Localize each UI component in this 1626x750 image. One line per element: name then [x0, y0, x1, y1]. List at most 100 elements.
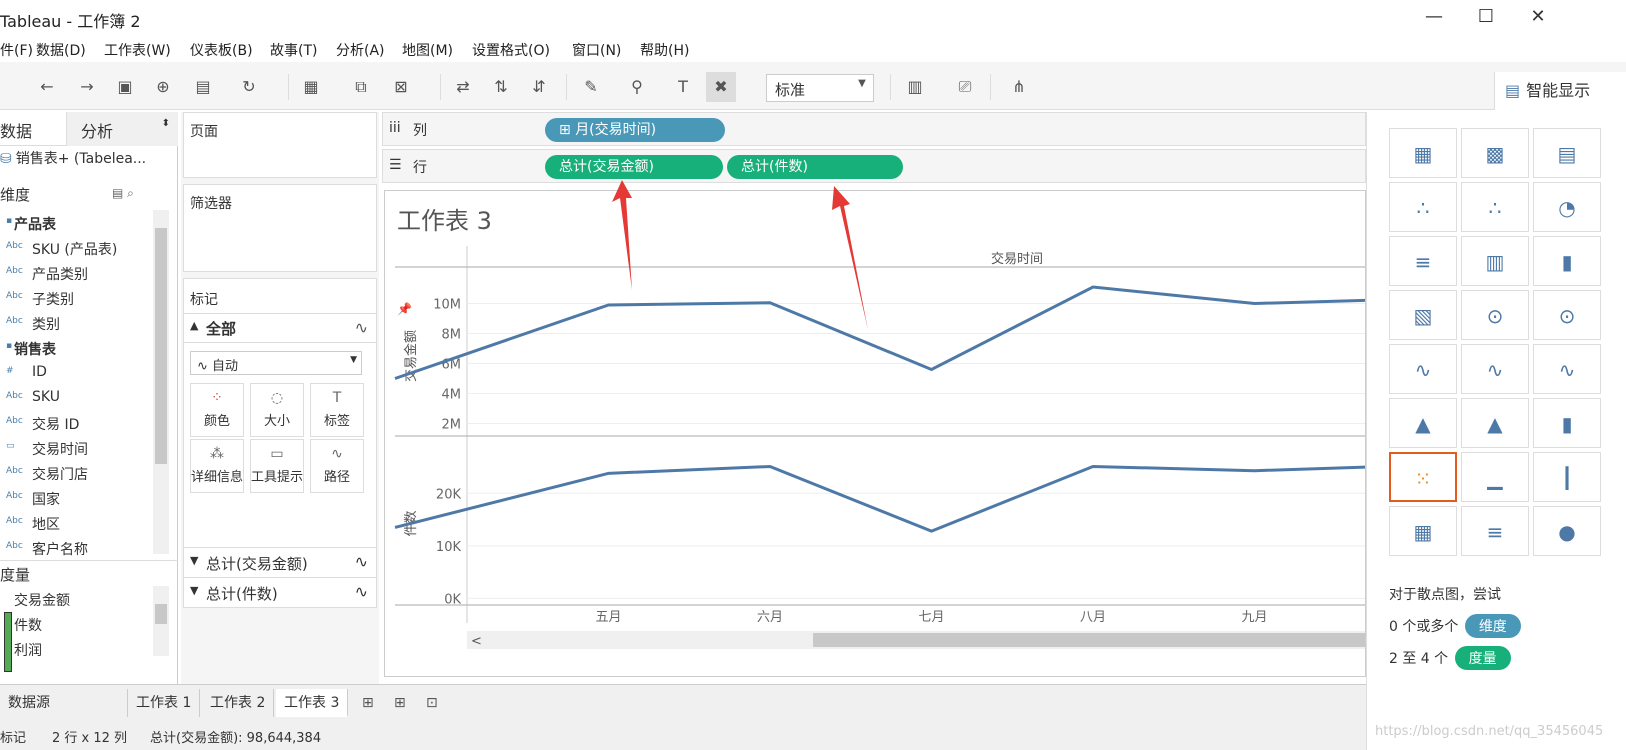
chart-type-thumb[interactable]: ∿	[1389, 344, 1457, 394]
measure-field[interactable]: 件数	[0, 611, 155, 637]
new-dashboard-icon[interactable]: ⊞	[386, 689, 414, 717]
datasource-item[interactable]: ⛁ 销售表+ (Tabelea...	[0, 148, 146, 168]
presentation-icon[interactable]: ⎚	[954, 76, 976, 98]
table-folder[interactable]: ▪ 销售表	[0, 335, 155, 361]
tab-analysis[interactable]: 分析 ⬍	[66, 112, 178, 146]
dimension-field[interactable]: Abc 国家	[0, 485, 155, 511]
chart-type-thumb[interactable]: ▤	[1533, 128, 1601, 178]
pause-updates-icon[interactable]: ▤	[192, 76, 214, 98]
menu-dashboard[interactable]: 仪表板(B)	[190, 40, 253, 60]
label-button[interactable]: T 标签	[310, 383, 364, 437]
chart-type-thumb[interactable]: ▮	[1533, 236, 1601, 286]
chart-type-thumb[interactable]: ▲	[1461, 398, 1529, 448]
menu-help[interactable]: 帮助(H)	[640, 40, 689, 60]
chart-type-thumb[interactable]: ◔	[1533, 182, 1601, 232]
col-pill[interactable]: ⊞ 月(交易时间)	[545, 118, 725, 142]
row-pill-amount[interactable]: 总计(交易金额)	[545, 155, 723, 179]
new-sheet-icon[interactable]: ▦	[300, 76, 322, 98]
rows-shelf[interactable]: ☰ 行 总计(交易金额) 总计(件数)	[382, 149, 1366, 183]
chart-type-thumb[interactable]: ⁙	[1389, 452, 1457, 502]
tooltip-button[interactable]: ▭ 工具提示	[250, 439, 304, 493]
dimension-field[interactable]: Abc 客户名称	[0, 535, 155, 561]
measure-field[interactable]: 交易金额	[0, 586, 155, 612]
chart-type-thumb[interactable]: ▁	[1461, 452, 1529, 502]
chart-type-thumb[interactable]: ∿	[1533, 344, 1601, 394]
sort-desc-icon[interactable]: ⇵	[528, 76, 550, 98]
back-icon[interactable]: ←	[36, 76, 58, 98]
dimension-field[interactable]: Abc SKU	[0, 385, 155, 411]
new-worksheet-icon[interactable]: ⊞	[354, 689, 382, 717]
new-story-icon[interactable]: ⊡	[418, 689, 446, 717]
new-datasource-icon[interactable]: ⊕	[152, 76, 174, 98]
dimension-field[interactable]: # ID	[0, 360, 155, 386]
minimize-icon[interactable]: —	[1420, 6, 1448, 28]
chart-type-thumb[interactable]: ∴	[1389, 182, 1457, 232]
labels-icon[interactable]: T	[672, 76, 694, 98]
sheet-tab-2[interactable]: 工作表 2	[202, 689, 275, 717]
menu-worksheet[interactable]: 工作表(W)	[104, 40, 171, 60]
dimension-field[interactable]: Abc SKU (产品表)	[0, 235, 155, 261]
save-icon[interactable]: ▣	[114, 76, 136, 98]
chart-type-thumb[interactable]: ≡	[1461, 506, 1529, 556]
filters-card[interactable]: 筛选器	[183, 184, 377, 272]
chart-type-thumb[interactable]: ▲	[1389, 398, 1457, 448]
tab-data[interactable]: 数据	[0, 118, 32, 142]
forward-icon[interactable]: →	[76, 76, 98, 98]
measure-scroll-thumb[interactable]	[155, 604, 167, 624]
chart-type-thumb[interactable]: ●	[1533, 506, 1601, 556]
swap-icon[interactable]: ⇄	[452, 76, 474, 98]
chart-type-thumb[interactable]: ∿	[1461, 344, 1529, 394]
menu-data[interactable]: 数据(D)	[36, 40, 86, 60]
dimension-field[interactable]: Abc 地区	[0, 510, 155, 536]
measure-field[interactable]: 利润	[0, 636, 155, 662]
menu-format[interactable]: 设置格式(O)	[472, 40, 550, 60]
refresh-icon[interactable]: ↻	[238, 76, 260, 98]
chart-type-thumb[interactable]: ▮	[1533, 398, 1601, 448]
columns-shelf[interactable]: iii 列 ⊞ 月(交易时间)	[382, 112, 1366, 146]
clear-sheet-icon[interactable]: ⊠	[390, 76, 412, 98]
detail-button[interactable]: ⁂ 详细信息	[190, 439, 244, 493]
menu-story[interactable]: 故事(T)	[270, 40, 317, 60]
chart-type-thumb[interactable]: ┃	[1533, 452, 1601, 502]
fit-select[interactable]: 标准 ▼	[766, 74, 874, 102]
dimension-field[interactable]: Abc 子类别	[0, 285, 155, 311]
dimension-field[interactable]: Abc 产品类别	[0, 260, 155, 286]
highlight-icon[interactable]: ✎	[580, 76, 602, 98]
menu-file[interactable]: 件(F)	[0, 40, 33, 60]
menu-map[interactable]: 地图(M)	[402, 40, 453, 60]
datasource-tab[interactable]: 数据源	[0, 689, 128, 717]
dimension-field[interactable]: Abc 类别	[0, 310, 155, 336]
show-cards-icon[interactable]: ▥	[904, 76, 926, 98]
menu-analysis[interactable]: 分析(A)	[336, 40, 385, 60]
measure-scrollbar[interactable]	[153, 586, 169, 656]
marks-all-row[interactable]: ▲ 全部 ∿	[184, 313, 376, 343]
mark-type-select[interactable]: ∿ 自动 ▼	[190, 351, 362, 375]
chart-type-thumb[interactable]: ⊙	[1533, 290, 1601, 340]
dimension-field[interactable]: Abc 交易门店	[0, 460, 155, 486]
dim-scroll-thumb[interactable]	[155, 228, 167, 464]
pages-card[interactable]: 页面	[183, 112, 377, 178]
table-folder[interactable]: ▪ 产品表	[0, 210, 155, 236]
dimension-field[interactable]: ▭ 交易时间	[0, 435, 155, 461]
show-me-button[interactable]: ▤ 智能显示	[1494, 72, 1626, 110]
fix-axes-icon[interactable]: ✖	[706, 72, 736, 102]
duplicate-icon[interactable]: ⧉	[350, 76, 372, 98]
marks-sub1-row[interactable]: ▼ 总计(交易金额) ∿	[184, 547, 376, 577]
row-pill-count[interactable]: 总计(件数)	[727, 155, 903, 179]
chart-type-thumb[interactable]: ▧	[1389, 290, 1457, 340]
maximize-icon[interactable]: ☐	[1472, 6, 1500, 28]
share-icon[interactable]: ⋔	[1008, 76, 1030, 98]
chart-type-thumb[interactable]: ∴	[1461, 182, 1529, 232]
menu-window[interactable]: 窗口(N)	[572, 40, 621, 60]
group-icon[interactable]: ⚲	[626, 76, 648, 98]
size-button[interactable]: ◌ 大小	[250, 383, 304, 437]
chart-type-thumb[interactable]: ≡	[1389, 236, 1457, 286]
sort-asc-icon[interactable]: ⇅	[490, 76, 512, 98]
close-icon[interactable]: ✕	[1524, 6, 1552, 28]
chart-type-thumb[interactable]: ▥	[1461, 236, 1529, 286]
marks-sub2-row[interactable]: ▼ 总计(件数) ∿	[184, 577, 376, 607]
search-icon[interactable]: ▤ ⌕	[112, 186, 134, 201]
dimension-field[interactable]: Abc 交易 ID	[0, 410, 155, 436]
chart-type-thumb[interactable]: ⊙	[1461, 290, 1529, 340]
sheet-tab-3[interactable]: 工作表 3	[276, 689, 349, 717]
